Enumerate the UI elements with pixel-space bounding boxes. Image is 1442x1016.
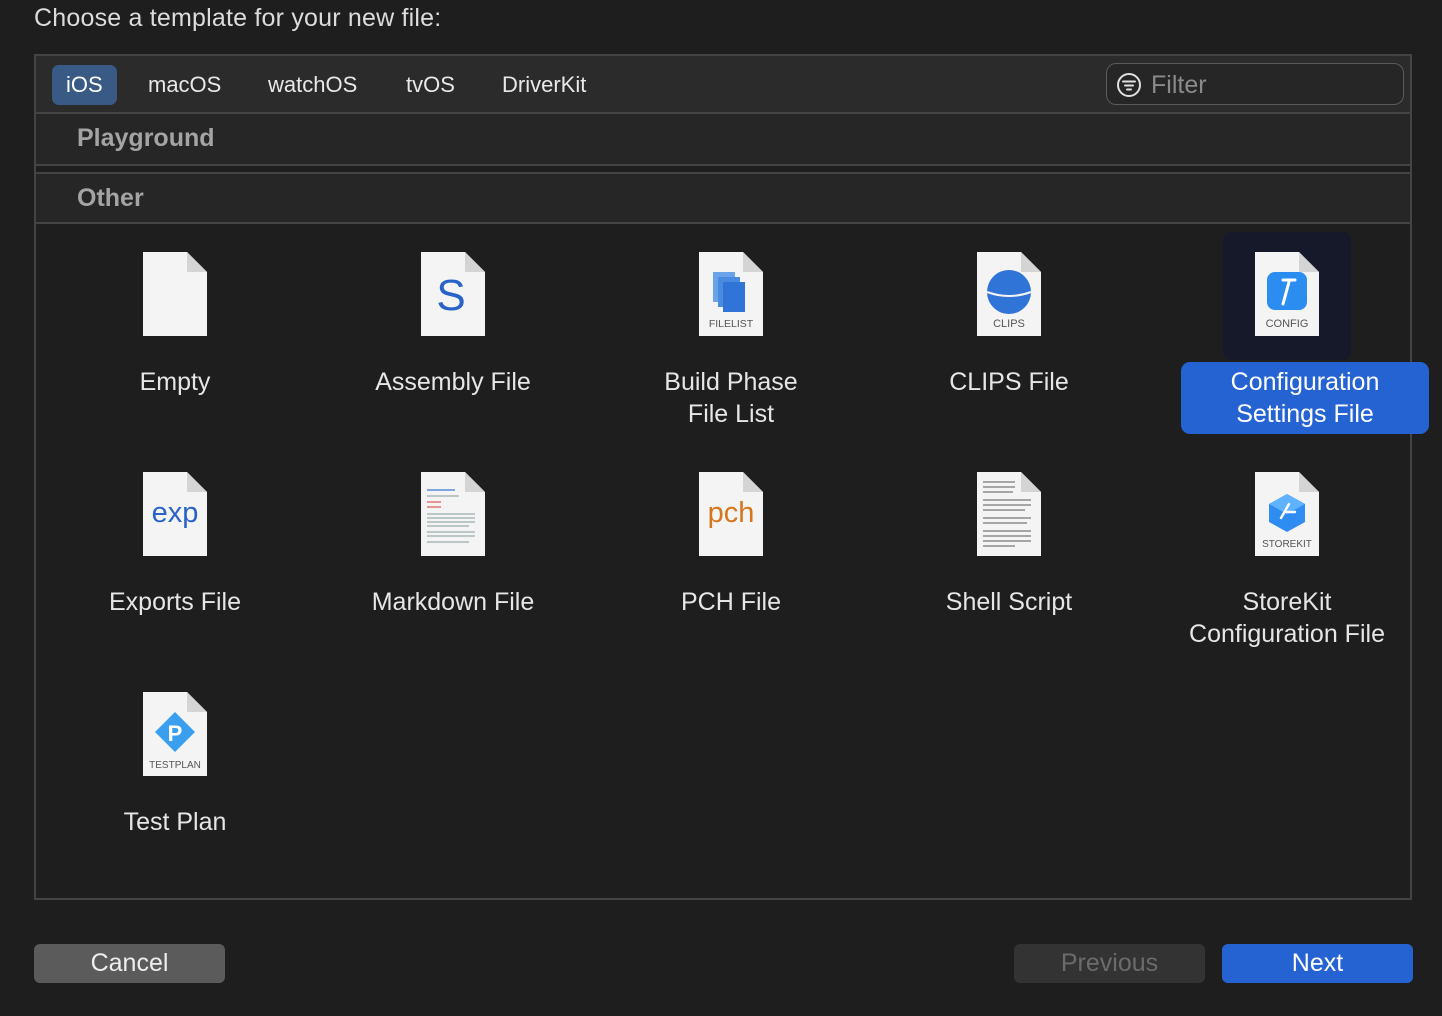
template-caption: Exports File	[109, 588, 241, 616]
template-grid: Empty S Assembly File FILELIST Build Pha…	[36, 226, 1429, 896]
tab-ios[interactable]: iOS	[52, 65, 117, 105]
platform-tab-bar: iOS macOS watchOS tvOS DriverKit	[36, 56, 1410, 114]
section-other[interactable]: Other	[36, 172, 1410, 224]
template-caption: Build Phase File List	[664, 368, 798, 428]
clips-file-icon: CLIPS	[945, 232, 1073, 360]
assembly-file-icon: S	[389, 232, 517, 360]
template-markdown-file[interactable]: Markdown File	[314, 446, 592, 666]
template-shell-script[interactable]: Shell Script	[870, 446, 1148, 666]
empty-file-icon	[111, 232, 239, 360]
storekit-file-icon: STOREKIT	[1223, 452, 1351, 580]
svg-text:S: S	[436, 271, 465, 320]
tab-watchos[interactable]: watchOS	[254, 65, 371, 105]
section-playground[interactable]: Playground	[36, 114, 1410, 166]
template-panel: iOS macOS watchOS tvOS DriverKit Playgro…	[34, 54, 1429, 900]
template-caption: CLIPS File	[949, 368, 1069, 396]
section-label: Playground	[77, 124, 215, 152]
template-configuration-settings-file[interactable]: CONFIG Configuration Settings File	[1148, 226, 1429, 446]
template-caption: Assembly File	[375, 368, 531, 396]
filelist-file-icon: FILELIST	[667, 232, 795, 360]
svg-text:pch: pch	[708, 497, 755, 529]
dialog-heading: Choose a template for your new file:	[34, 4, 442, 32]
template-caption: PCH File	[680, 588, 781, 616]
svg-text:CONFIG: CONFIG	[1266, 318, 1309, 330]
filter-field[interactable]	[1106, 63, 1404, 105]
config-file-icon: CONFIG	[1223, 232, 1351, 360]
template-caption: StoreKit Configuration File	[1189, 588, 1385, 648]
template-caption: Test Plan	[123, 808, 227, 836]
section-label: Other	[77, 184, 144, 212]
template-exports-file[interactable]: exp Exports File	[36, 446, 314, 666]
tab-tvos[interactable]: tvOS	[392, 65, 469, 105]
filter-icon	[1117, 73, 1141, 97]
template-clips-file[interactable]: CLIPS CLIPS File	[870, 226, 1148, 446]
cancel-button[interactable]: Cancel	[34, 944, 225, 983]
template-pch-file[interactable]: pch PCH File	[592, 446, 870, 666]
tab-driverkit[interactable]: DriverKit	[488, 65, 600, 105]
shell-script-file-icon	[945, 452, 1073, 580]
filter-input[interactable]	[1149, 68, 1393, 102]
previous-button[interactable]: Previous	[1014, 944, 1205, 983]
template-storekit-configuration-file[interactable]: STOREKIT StoreKit Configuration File	[1148, 446, 1426, 666]
next-button[interactable]: Next	[1222, 944, 1413, 983]
pch-file-icon: pch	[667, 452, 795, 580]
svg-text:exp: exp	[152, 497, 199, 529]
template-caption: Empty	[139, 368, 211, 396]
template-caption: Shell Script	[945, 588, 1073, 616]
svg-text:CLIPS: CLIPS	[993, 318, 1025, 330]
svg-text:P: P	[168, 721, 183, 746]
svg-text:TESTPLAN: TESTPLAN	[149, 760, 201, 771]
template-build-phase-file-list[interactable]: FILELIST Build Phase File List	[592, 226, 870, 446]
template-caption: Markdown File	[371, 588, 535, 616]
testplan-file-icon: P TESTPLAN	[111, 672, 239, 800]
template-assembly-file[interactable]: S Assembly File	[314, 226, 592, 446]
template-empty[interactable]: Empty	[36, 226, 314, 446]
svg-text:STOREKIT: STOREKIT	[1262, 539, 1312, 550]
exports-file-icon: exp	[111, 452, 239, 580]
svg-text:FILELIST: FILELIST	[709, 318, 754, 330]
tab-macos[interactable]: macOS	[134, 65, 235, 105]
template-caption: Configuration Settings File	[1181, 362, 1429, 434]
markdown-file-icon	[389, 452, 517, 580]
template-test-plan[interactable]: P TESTPLAN Test Plan	[36, 666, 314, 886]
